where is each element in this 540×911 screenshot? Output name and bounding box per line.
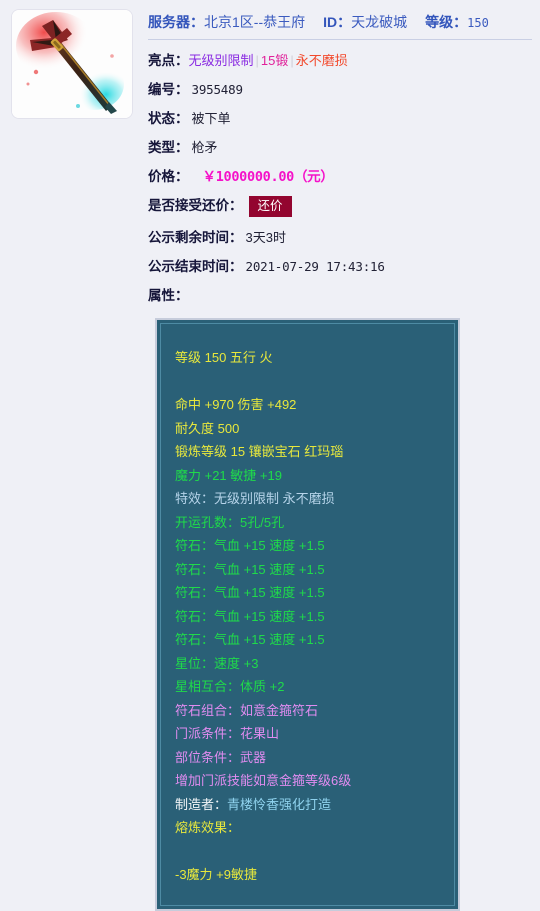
item-thumbnail[interactable]	[12, 10, 132, 118]
attribute-list: 等级 150 五行 火命中 +970 伤害 +492 耐久度 500 锻炼等级 15…	[160, 323, 455, 906]
attribute-line-magic-agility: 魔力 +21 敏捷 +19	[175, 467, 282, 483]
remaining-time-row: 公示剩余时间： 3天3时	[148, 217, 540, 246]
attributes-row: 属性：	[148, 275, 540, 304]
attribute-line-smelt-effect-value: -3魔力 +9敏捷	[175, 867, 257, 883]
highlight-label: 亮点：	[148, 53, 189, 68]
highlight-row: 亮点： 无级别限制 | 15锻 | 永不磨损	[148, 40, 540, 69]
attribute-line-durability: 耐久度 500	[175, 420, 240, 436]
attribute-panel: 等级 150 五行 火命中 +970 伤害 +492 耐久度 500 锻炼等级 15…	[155, 318, 460, 911]
type-label: 类型：	[148, 140, 189, 155]
status-row: 状态： 被下单	[148, 98, 540, 127]
attribute-line-sect-skill-bonus: 增加门派技能如意金箍等级6级	[175, 773, 352, 789]
attribute-line-forge-gem: 锻炼等级 15 镶嵌宝石 红玛瑙	[175, 444, 344, 460]
item-header: 服务器：北京1区--恭王府 ID：天龙破城 等级：150	[148, 12, 540, 39]
attribute-line-spacer-2	[175, 840, 454, 864]
id-label: ID：	[323, 14, 352, 30]
highlight-tag-separator: |	[255, 53, 259, 68]
price-label: 价格：	[148, 169, 189, 184]
highlight-tag: 永不磨损	[295, 53, 348, 68]
attribute-line-level-element: 等级 150 五行 火	[175, 350, 273, 366]
status-label: 状态：	[148, 111, 189, 126]
attribute-line-rune-stone-2: 符石：气血 +15 速度 +1.5	[175, 561, 325, 577]
highlight-tag-separator: |	[290, 53, 294, 68]
attribute-line-rune-combo: 符石组合：如意金箍符石	[175, 702, 319, 718]
price-row: 价格： ￥1000000.00（元）	[148, 156, 540, 185]
item-number-label: 编号：	[148, 82, 189, 97]
item-number-value: 3955489	[191, 82, 243, 97]
attribute-line-rune-stone-3: 符石：气血 +15 速度 +1.5	[175, 585, 325, 601]
bargain-row: 是否接受还价： 还价	[148, 185, 540, 218]
maker-label: 制造者：	[175, 796, 228, 812]
level-value: 150	[467, 16, 489, 30]
id-value: 天龙破城	[351, 14, 408, 30]
attribute-line-rune-stone-1: 符石：气血 +15 速度 +1.5	[175, 538, 325, 554]
item-number-row: 编号： 3955489	[148, 69, 540, 98]
attribute-line-maker: 制造者：青楼怜香强化打造	[175, 793, 454, 817]
status-value: 被下单	[191, 111, 231, 126]
attribute-line-special-effect: 特效：无级别限制 永不磨损	[175, 491, 335, 507]
attribute-line-star-position: 星位：速度 +3	[175, 655, 259, 671]
attribute-line-spacer-1	[175, 370, 454, 394]
attribute-line-sect-requirement: 门派条件：花果山	[175, 726, 280, 742]
maker-name: 青楼怜香强化打造	[227, 796, 332, 812]
bargain-button[interactable]: 还价	[248, 196, 292, 218]
bargain-label: 是否接受还价：	[148, 198, 243, 213]
end-time-label: 公示结束时间：	[148, 259, 243, 275]
attribute-line-slot-requirement: 部位条件：武器	[175, 749, 267, 765]
remaining-time-label: 公示剩余时间：	[148, 230, 243, 246]
attribute-line-socket-count: 开运孔数：5孔/5孔	[175, 514, 285, 530]
attribute-line-smelt-effect-title: 熔炼效果：	[175, 820, 241, 836]
end-time-row: 公示结束时间： 2021-07-29 17:43:16	[148, 246, 540, 275]
highlight-tag-list: 无级别限制 | 15锻 | 永不磨损	[189, 50, 348, 69]
item-summary-section: 服务器：北京1区--恭王府 ID：天龙破城 等级：150 亮点： 无级别限制 | 15锻…	[0, 0, 540, 304]
attribute-line-rune-stone-5: 符石：气血 +15 速度 +1.5	[175, 632, 325, 648]
attribute-line-star-harmony: 星相互合：体质 +2	[175, 679, 285, 695]
end-time-value: 2021-07-29 17:43:16	[245, 259, 385, 275]
server-value: 北京1区--恭王府	[204, 14, 306, 30]
level-label: 等级：	[425, 14, 468, 30]
highlight-tag: 无级别限制	[188, 53, 254, 68]
attribute-panel-wrapper: 等级 150 五行 火命中 +970 伤害 +492 耐久度 500 锻炼等级 15…	[155, 318, 460, 911]
server-label: 服务器：	[148, 14, 204, 30]
remaining-time-value: 3天3时	[245, 230, 286, 246]
highlight-tag: 15锻	[260, 53, 289, 68]
type-row: 类型： 枪矛	[148, 127, 540, 156]
price-value: ￥1000000.00（元）	[202, 169, 334, 185]
type-value: 枪矛	[191, 140, 218, 155]
spear-weapon-icon	[12, 10, 132, 118]
attribute-line-rune-stone-4: 符石：气血 +15 速度 +1.5	[175, 608, 325, 624]
attributes-label: 属性：	[148, 288, 189, 304]
attribute-line-hit-damage: 命中 +970 伤害 +492	[175, 397, 297, 413]
